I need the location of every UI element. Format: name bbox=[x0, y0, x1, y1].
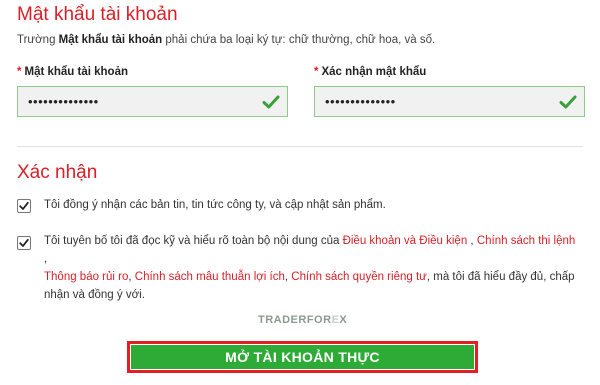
news-consent-checkbox[interactable] bbox=[17, 199, 31, 213]
confirm-password-field[interactable] bbox=[314, 86, 585, 117]
conflict-of-interest-policy-link[interactable]: Chính sách mâu thuẫn lợi ích bbox=[135, 271, 285, 283]
confirmation-heading: Xác nhận bbox=[17, 162, 98, 183]
checkmark-icon bbox=[19, 238, 29, 247]
check-icon bbox=[559, 95, 577, 109]
check-icon bbox=[262, 95, 280, 109]
news-consent-label: Tôi đồng ý nhận các bản tin, tin tức côn… bbox=[44, 199, 386, 211]
account-password-heading: Mật khẩu tài khoản bbox=[17, 4, 178, 25]
terms-and-conditions-link[interactable]: Điều khoản và Điều kiện bbox=[343, 235, 468, 247]
confirm-password-label-text: Xác nhận mật khẩu bbox=[321, 66, 427, 78]
confirm-password-input[interactable] bbox=[315, 87, 555, 116]
terms-intro-text: Tôi tuyên bố tôi đã đọc kỹ và hiểu rõ to… bbox=[44, 235, 343, 247]
risk-notice-link[interactable]: Thông báo rủi ro bbox=[44, 271, 128, 283]
hint-prefix: Trường bbox=[17, 34, 59, 46]
order-execution-policy-link[interactable]: Chính sách thi lệnh bbox=[477, 235, 575, 247]
password-input[interactable] bbox=[18, 87, 258, 116]
hint-bold-field-name: Mật khẩu tài khoản bbox=[58, 34, 163, 46]
checkmark-icon bbox=[19, 201, 29, 210]
separator: , bbox=[44, 253, 48, 265]
section-divider bbox=[17, 146, 583, 147]
password-field[interactable] bbox=[17, 86, 288, 117]
hint-suffix: phải chứa ba loại ký tự: chữ thường, chữ… bbox=[162, 34, 436, 46]
separator: , bbox=[467, 235, 477, 247]
required-asterisk: * bbox=[17, 66, 22, 78]
confirm-password-label: * Xác nhận mật khẩu bbox=[314, 66, 426, 78]
open-live-account-button[interactable]: MỞ TÀI KHOẢN THỰC bbox=[131, 345, 474, 369]
brand-text: TRADERFOR bbox=[258, 314, 332, 326]
terms-consent-checkbox[interactable] bbox=[17, 236, 31, 250]
brand-text-end: X bbox=[339, 314, 348, 326]
password-label: * Mật khẩu tài khoản bbox=[17, 66, 128, 78]
privacy-policy-link[interactable]: Chính sách quyền riêng tư bbox=[291, 271, 427, 283]
password-requirement-hint: Trường Mật khẩu tài khoản phải chứa ba l… bbox=[17, 34, 435, 46]
password-label-text: Mật khẩu tài khoản bbox=[24, 66, 129, 78]
terms-consent-label: Tôi tuyên bố tôi đã đọc kỹ và hiểu rõ to… bbox=[44, 232, 579, 304]
required-asterisk: * bbox=[314, 66, 319, 78]
traderforex-watermark-logo: TRADERFOREX bbox=[258, 314, 347, 326]
